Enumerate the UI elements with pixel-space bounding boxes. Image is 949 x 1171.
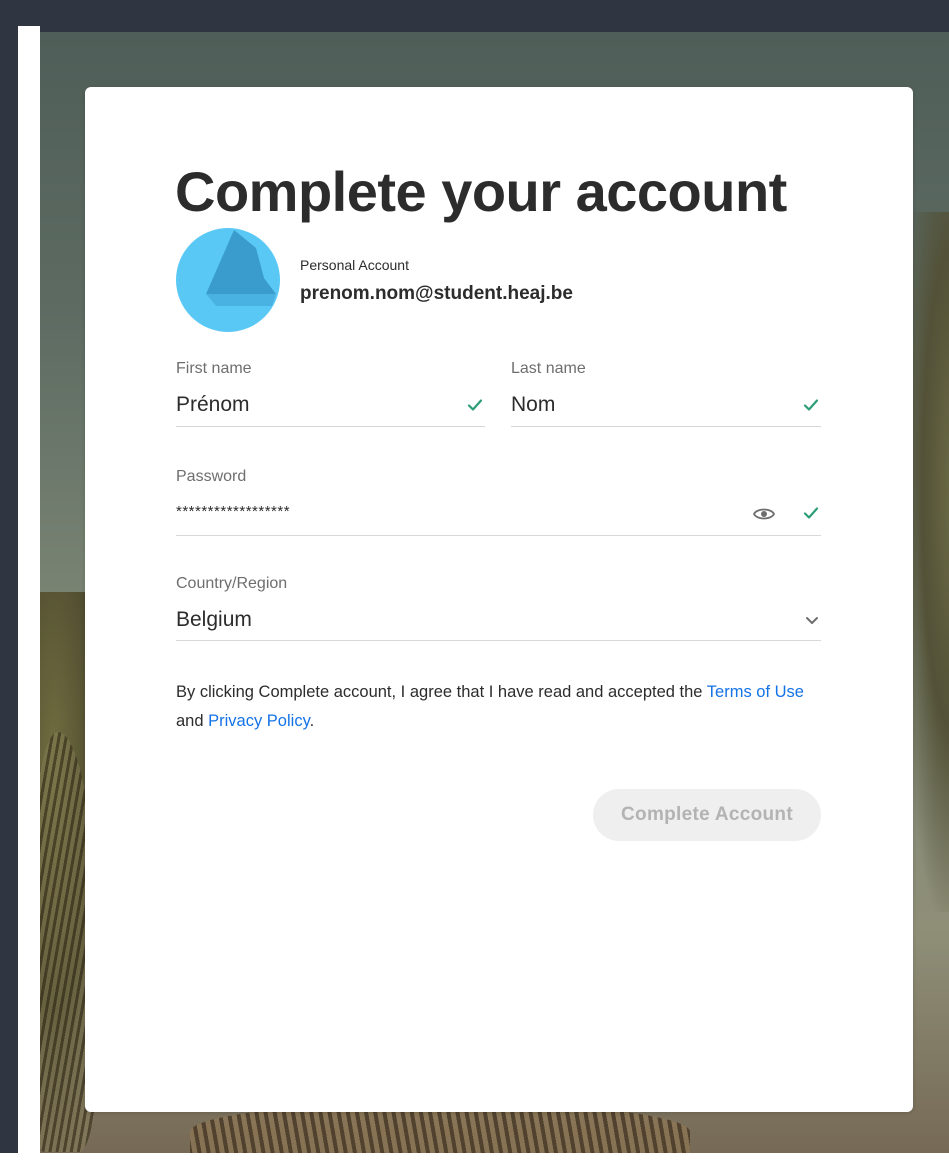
window-frame-left bbox=[0, 0, 18, 1171]
password-label: Password bbox=[176, 468, 247, 485]
privacy-policy-link[interactable]: Privacy Policy bbox=[208, 712, 309, 730]
page-title: Complete your account bbox=[175, 160, 787, 223]
eye-icon[interactable] bbox=[753, 505, 775, 521]
last-name-field[interactable]: Last name Nom bbox=[511, 360, 821, 427]
last-name-label: Last name bbox=[511, 360, 586, 377]
terms-text: By clicking Complete account, I agree th… bbox=[176, 678, 836, 736]
account-card: Complete your account Personal Account p… bbox=[85, 87, 913, 1112]
avatar bbox=[176, 228, 280, 332]
country-label: Country/Region bbox=[176, 575, 288, 592]
country-select[interactable]: Country/Region Belgium bbox=[176, 575, 821, 641]
last-name-input[interactable]: Nom bbox=[511, 393, 555, 417]
window-frame-top bbox=[0, 0, 949, 26]
password-field[interactable]: Password ****************** bbox=[176, 468, 821, 536]
check-icon bbox=[803, 507, 819, 519]
terms-middle: and bbox=[176, 712, 209, 730]
password-input[interactable]: ****************** bbox=[176, 503, 290, 520]
complete-account-button[interactable]: Complete Account bbox=[593, 789, 821, 841]
window-frame-bottom bbox=[0, 1153, 949, 1171]
terms-of-use-link[interactable]: Terms of Use bbox=[707, 683, 804, 701]
account-email: prenom.nom@student.heaj.be bbox=[300, 283, 573, 304]
check-icon bbox=[803, 399, 819, 411]
terms-prefix: By clicking Complete account, I agree th… bbox=[176, 683, 707, 701]
account-type-label: Personal Account bbox=[300, 257, 409, 273]
check-icon bbox=[467, 399, 483, 411]
chevron-down-icon[interactable] bbox=[805, 616, 819, 626]
first-name-field[interactable]: First name Prénom bbox=[176, 360, 485, 427]
terms-suffix: . bbox=[309, 712, 315, 730]
first-name-input[interactable]: Prénom bbox=[176, 393, 250, 417]
first-name-label: First name bbox=[176, 360, 252, 377]
country-value[interactable]: Belgium bbox=[176, 608, 252, 632]
window-frame-inner bbox=[18, 26, 40, 1153]
